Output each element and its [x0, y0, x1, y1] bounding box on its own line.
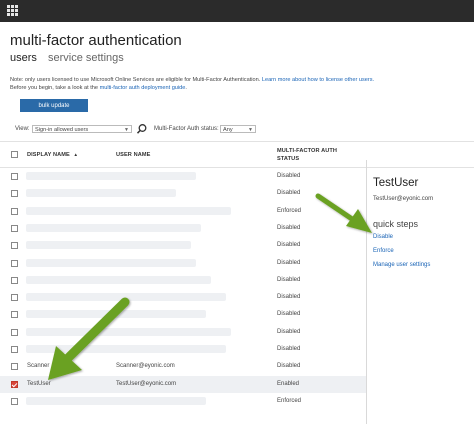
arrow-annotation-icon: [48, 193, 372, 380]
